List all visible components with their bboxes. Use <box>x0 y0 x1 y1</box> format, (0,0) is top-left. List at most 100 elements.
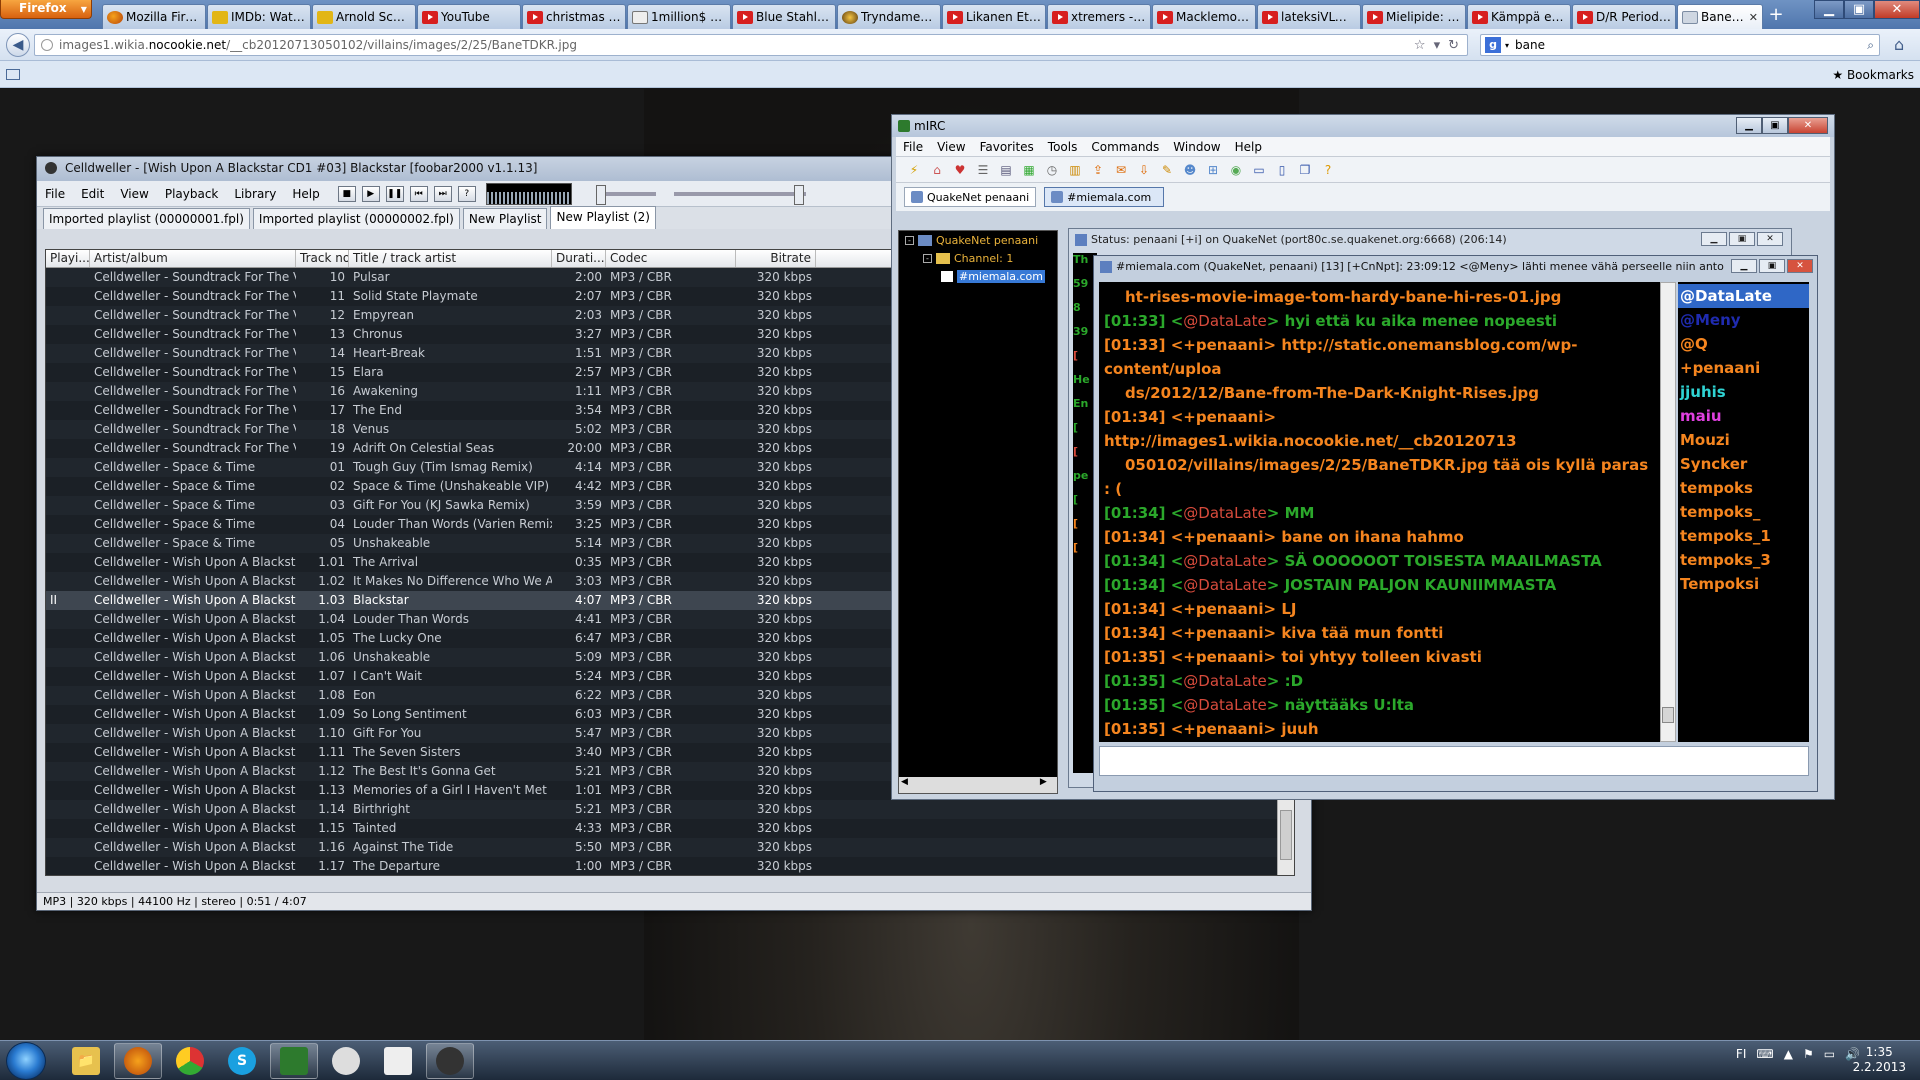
taskbar-app-button[interactable] <box>166 1043 214 1079</box>
minimize-button[interactable]: ▁ <box>1701 232 1727 246</box>
browser-tab[interactable]: Macklemore... <box>1152 4 1256 29</box>
play-icon[interactable]: ▶ <box>361 185 380 202</box>
chat-nick[interactable]: +penaani <box>1183 600 1263 618</box>
chat-nick[interactable]: @DataLate <box>1183 576 1266 594</box>
mirc-menu-item[interactable]: Tools <box>1041 140 1085 154</box>
received-files-icon[interactable]: ⇩ <box>1136 162 1152 178</box>
dropdown-arrow-icon[interactable]: ▾ <box>1434 38 1441 53</box>
colors-icon[interactable]: ▥ <box>1067 162 1083 178</box>
address-book-icon[interactable]: ▦ <box>1021 162 1037 178</box>
nick-list-item[interactable]: @Meny <box>1678 308 1809 332</box>
mirc-menu-item[interactable]: Window <box>1166 140 1227 154</box>
taskbar-app-button[interactable]: 📁 <box>62 1043 110 1079</box>
dcc-chat-icon[interactable]: ✉ <box>1113 162 1129 178</box>
chat-nick[interactable]: @DataLate <box>1183 504 1266 522</box>
mirc-menu-item[interactable]: View <box>930 140 972 154</box>
scrollbar-thumb[interactable] <box>1280 810 1292 860</box>
chat-nick[interactable]: +penaani <box>1183 624 1263 642</box>
chat-nick[interactable]: +penaani <box>1183 336 1263 354</box>
pause-icon[interactable]: ❚❚ <box>385 185 404 202</box>
foobar-menu-item[interactable]: Library <box>226 187 284 201</box>
browser-tab[interactable]: BaneTDK...✕ <box>1677 4 1763 29</box>
chat-nick[interactable]: @DataLate <box>1183 312 1266 330</box>
reload-icon[interactable]: ↻ <box>1448 38 1459 53</box>
browser-tab[interactable]: christmas sp... <box>522 4 626 29</box>
chat-nick[interactable]: +penaani <box>1183 720 1263 738</box>
nick-list-item[interactable]: tempoks_ <box>1678 500 1809 524</box>
close-button[interactable]: ✕ <box>1874 0 1920 19</box>
mirc-menu-item[interactable]: Commands <box>1084 140 1166 154</box>
search-input[interactable]: bane <box>1515 38 1545 52</box>
maximize-button[interactable]: ▣ <box>1759 259 1785 273</box>
switch-status-button[interactable]: QuakeNet penaani <box>904 187 1037 207</box>
back-button[interactable]: ◀ <box>6 33 30 57</box>
scripts-icon[interactable]: ▤ <box>998 162 1014 178</box>
start-button[interactable] <box>6 1042 46 1080</box>
browser-tab[interactable]: IMDb: Watc... <box>207 4 311 29</box>
mirc-menu-item[interactable]: File <box>896 140 930 154</box>
maximize-button[interactable]: ▣ <box>1729 232 1755 246</box>
browser-tab[interactable]: Arnold Schw... <box>312 4 416 29</box>
clock[interactable]: 1:35 2.2.2013 <box>1853 1045 1906 1075</box>
dcc-send-icon[interactable]: ⇪ <box>1090 162 1106 178</box>
chat-nick[interactable]: +penaani <box>1183 408 1263 426</box>
bookmark-star-icon[interactable]: ☆ <box>1414 38 1426 53</box>
column-bitrate[interactable]: Bitrate <box>736 250 816 267</box>
nick-list-item[interactable]: Mouzi <box>1678 428 1809 452</box>
nick-list[interactable]: @DataLate @Meny @Q +penaani jjuhis maiu Mouzi S… <box>1678 282 1809 742</box>
close-button[interactable]: ✕ <box>1787 259 1813 273</box>
tab-close-icon[interactable]: ✕ <box>1745 11 1758 24</box>
browser-tab[interactable]: Tryndamere ... <box>837 4 941 29</box>
chat-nick[interactable]: @DataLate <box>1183 696 1266 714</box>
maximize-button[interactable]: ▣ <box>1762 117 1788 134</box>
tray-expand-icon[interactable]: ▲ <box>1784 1047 1793 1061</box>
column-playing[interactable]: Playi... <box>46 250 90 267</box>
nick-list-item[interactable]: tempoks_3 <box>1678 548 1809 572</box>
new-tab-button[interactable]: + <box>1764 4 1788 28</box>
close-button[interactable]: ✕ <box>1757 232 1783 246</box>
firefox-menu-button[interactable]: Firefox ▼ <box>0 0 92 19</box>
playlist-row[interactable]: Celldweller - Wish Upon A Blackstar 1.14 B… <box>46 800 1294 819</box>
tile-vertical-icon[interactable]: ▯ <box>1274 162 1290 178</box>
google-icon[interactable]: g <box>1485 37 1501 53</box>
browser-tab[interactable]: xtremers - Y... <box>1047 4 1151 29</box>
tree-expand-icon[interactable]: - <box>905 235 914 245</box>
column-duration[interactable]: Durati... <box>552 250 606 267</box>
close-button[interactable]: ✕ <box>1788 117 1828 134</box>
nick-list-item[interactable]: maiu <box>1678 404 1809 428</box>
nick-list-item[interactable]: tempoks <box>1678 476 1809 500</box>
language-indicator[interactable]: FI <box>1736 1047 1746 1061</box>
search-bar[interactable]: g ▾ bane ⌕ <box>1480 34 1880 56</box>
logs-icon[interactable]: ✎ <box>1159 162 1175 178</box>
taskbar-app-button[interactable]: S <box>218 1043 266 1079</box>
foobar-menu-item[interactable]: Help <box>284 187 327 201</box>
tree-expand-icon[interactable]: - <box>923 253 932 263</box>
notify-icon[interactable]: ☻ <box>1182 162 1198 178</box>
column-artist-album[interactable]: Artist/album <box>90 250 296 267</box>
channel-titlebar[interactable]: #miemala.com (QuakeNet, penaani) [13] [+… <box>1094 256 1817 278</box>
search-engine-dropdown-icon[interactable]: ▾ <box>1505 41 1509 50</box>
taskbar-app-button[interactable] <box>322 1043 370 1079</box>
column-title[interactable]: Title / track artist <box>349 250 552 267</box>
volume-slider[interactable] <box>595 184 656 205</box>
taskbar-app-button[interactable] <box>114 1043 162 1079</box>
favorites-icon[interactable]: ♥ <box>952 162 968 178</box>
options-icon[interactable]: ⌂ <box>929 162 945 178</box>
home-icon[interactable]: ⌂ <box>1894 35 1904 54</box>
minimize-button[interactable]: ▁ <box>1736 117 1762 134</box>
chat-scrollbar[interactable] <box>1660 282 1676 742</box>
tree-item[interactable]: #miemala.com <box>899 267 1057 285</box>
playlist-tab[interactable]: Imported playlist (00000001.fpl) <box>43 208 250 229</box>
mirc-titlebar[interactable]: mIRC ▁ ▣ ✕ <box>892 115 1834 137</box>
action-center-flag-icon[interactable]: ⚑ <box>1803 1047 1814 1061</box>
foobar-menu-item[interactable]: Edit <box>73 187 112 201</box>
playlist-tab[interactable]: New Playlist (2) <box>550 206 656 229</box>
nick-list-item[interactable]: @DataLate <box>1678 284 1809 308</box>
url-bar[interactable]: images1.wikia. nocookie.net/__cb201207130… <box>34 34 1468 56</box>
minimize-button[interactable]: ▁ <box>1731 259 1757 273</box>
status-titlebar[interactable]: Status: penaani [+i] on QuakeNet (port80… <box>1069 229 1791 251</box>
next-icon[interactable]: ⏭ <box>433 185 452 202</box>
sidebar-toggle-icon[interactable] <box>6 69 20 80</box>
taskbar-app-button[interactable] <box>270 1043 318 1079</box>
chat-nick[interactable]: +penaani <box>1183 648 1263 666</box>
